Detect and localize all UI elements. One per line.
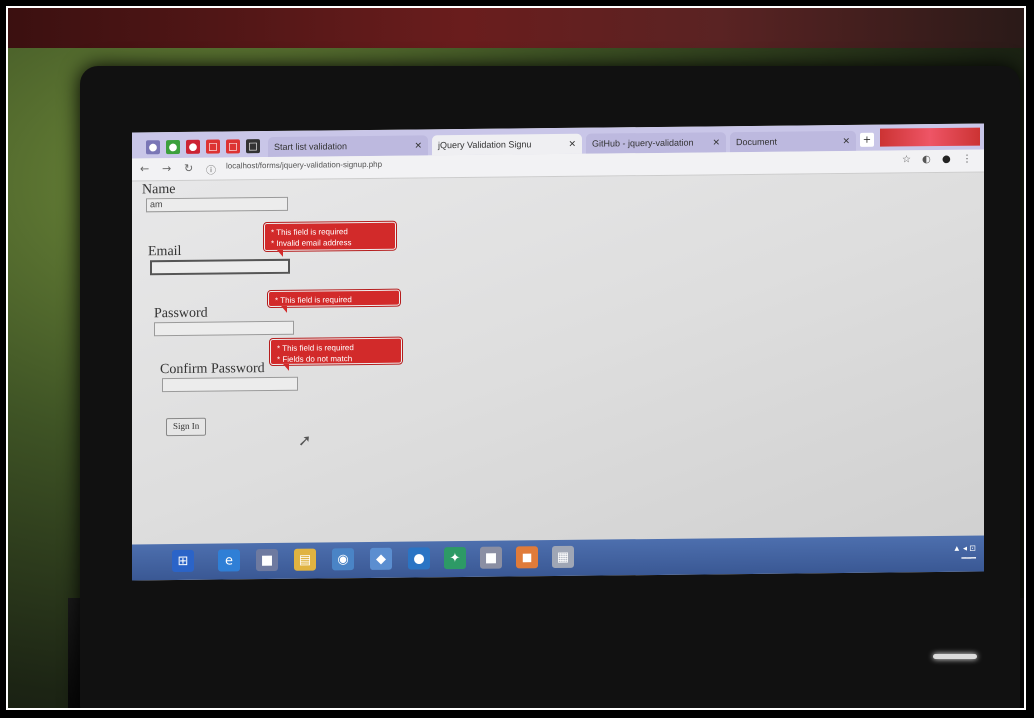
window-controls[interactable] — [880, 127, 980, 147]
ie-icon[interactable]: e — [218, 549, 240, 572]
tab-label: jQuery Validation Signu — [438, 139, 532, 151]
tab-3[interactable]: GitHub - jquery-validation ✕ — [586, 132, 726, 154]
url-field[interactable]: localhost/forms/jquery-validation-signup… — [226, 155, 866, 176]
tab-2[interactable]: jQuery Validation Signu ✕ — [432, 133, 582, 156]
email-label: Email — [148, 243, 182, 260]
tab-4[interactable]: Document ✕ — [730, 130, 856, 153]
tab-icon[interactable]: □ — [226, 139, 240, 154]
app-icon[interactable]: ◼ — [516, 546, 538, 569]
star-icon[interactable]: ☆ — [902, 154, 911, 165]
tab-icon[interactable]: ● — [166, 139, 180, 155]
new-tab-icon[interactable]: + — [860, 132, 874, 147]
tooltip-line: * This field is required — [275, 295, 352, 305]
tab-icon[interactable]: □ — [246, 139, 260, 154]
tab-icon[interactable]: ● — [146, 140, 160, 155]
power-led — [933, 654, 977, 659]
close-icon[interactable]: ✕ — [568, 138, 576, 149]
info-icon: ⓘ — [206, 165, 216, 177]
tab-1[interactable]: Start list validation ✕ — [268, 135, 428, 158]
system-tray[interactable]: ▲ ◂ ⊡ ━━━ — [953, 544, 976, 564]
app-icon[interactable]: ■ — [256, 548, 278, 572]
cursor-icon: ➚ — [298, 430, 312, 450]
close-icon[interactable]: ✕ — [842, 135, 850, 146]
forward-icon[interactable]: → — [162, 162, 171, 175]
sign-in-button[interactable]: Sign In — [166, 417, 207, 437]
tooltip-line: * Invalid email address — [271, 238, 352, 249]
tab-icon[interactable]: □ — [206, 139, 220, 154]
app-icon[interactable]: ● — [408, 547, 430, 570]
password-input[interactable] — [154, 320, 294, 337]
app-icon[interactable]: ◉ — [332, 548, 354, 571]
tooltip-line: * Fields do not match — [277, 354, 353, 364]
back-icon[interactable]: ← — [140, 162, 149, 175]
tab-label: Start list validation — [274, 141, 348, 152]
name-input[interactable]: am — [146, 196, 288, 213]
menu-icon[interactable]: ⋮ — [962, 154, 972, 165]
tab-label: Document — [736, 136, 778, 148]
app-icon[interactable]: ◆ — [370, 547, 392, 570]
confirm-password-input[interactable] — [162, 376, 298, 393]
close-icon[interactable]: ✕ — [712, 137, 720, 148]
extension-icon[interactable]: ◐ — [922, 154, 931, 165]
background-wall — [8, 8, 1024, 48]
email-input[interactable] — [150, 258, 290, 276]
confirm-password-label: Confirm Password — [160, 361, 265, 378]
password-label: Password — [154, 305, 208, 322]
email-error-tooltip: * This field is required * Invalid email… — [264, 221, 396, 252]
laptop-screen: ● ● ● □ □ □ Start list validation ✕ jQue… — [132, 123, 984, 581]
reload-icon[interactable]: ↻ — [184, 162, 193, 175]
folder-icon[interactable]: ▤ — [294, 548, 316, 571]
profile-icon[interactable]: ● — [942, 154, 951, 165]
app-icon[interactable]: ▦ — [552, 545, 574, 569]
signup-page: Name am * This field is required * Inval… — [132, 172, 984, 545]
tab-icon[interactable]: ● — [186, 139, 200, 154]
close-icon[interactable]: ✕ — [414, 140, 422, 151]
photo-frame: ● ● ● □ □ □ Start list validation ✕ jQue… — [6, 6, 1026, 710]
confirm-error-tooltip: * This field is required * Fields do not… — [270, 337, 402, 366]
tab-label: GitHub - jquery-validation — [592, 137, 694, 149]
app-icon[interactable]: ✦ — [444, 546, 466, 570]
start-icon[interactable]: ⊞ — [172, 549, 194, 573]
app-icon[interactable]: ■ — [480, 546, 502, 569]
password-error-tooltip: * This field is required — [268, 289, 400, 308]
name-label: Name — [142, 182, 176, 198]
